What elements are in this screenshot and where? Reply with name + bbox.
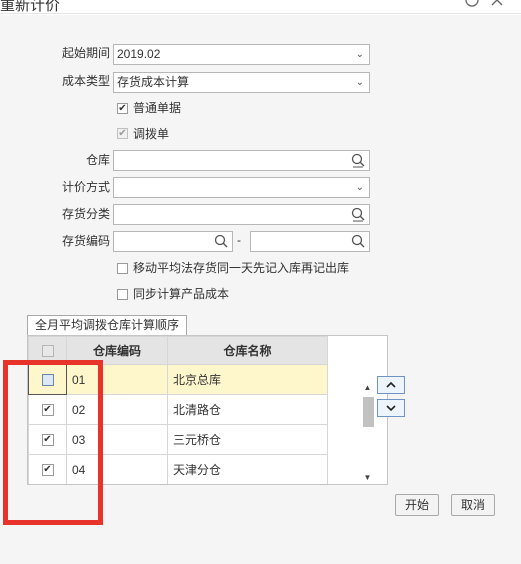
valuation-method-label: 计价方式 [61, 180, 110, 194]
tab-warehouse-order[interactable]: 全月平均调拨仓库计算顺序 [27, 315, 187, 335]
warehouse-name-cell: 三元桥仓 [167, 424, 328, 455]
table-row[interactable]: ✔ 04 天津分仓 [28, 454, 328, 484]
select-all-cell[interactable] [28, 336, 67, 365]
chevron-down-icon [386, 405, 396, 412]
row-checkbox[interactable]: ✔ [41, 404, 54, 417]
range-separator: - [237, 233, 241, 247]
warehouse-name-cell: 北京总库 [167, 364, 328, 395]
cost-type-select[interactable]: 存货成本计算 ⌄ [113, 72, 370, 93]
table-row[interactable]: ✔ 03 三元桥仓 [28, 424, 328, 455]
start-button[interactable]: 开始 [395, 494, 439, 516]
row-check-cell[interactable]: ✔ [28, 454, 67, 484]
warehouse-code-cell: 03 [66, 424, 168, 455]
dialog-body: 起始期间 2019.02 ⌄ 成本类型 存货成本计算 ⌄ ✔ 普通单据 ✔ 调拨… [0, 15, 521, 564]
column-header-code: 仓库编码 [66, 336, 168, 365]
start-period-select[interactable]: 2019.02 ⌄ [113, 44, 370, 65]
select-all-checkbox[interactable] [41, 345, 54, 358]
close-icon[interactable] [490, 0, 504, 11]
row-checkbox[interactable]: ✔ [41, 464, 54, 477]
warehouse-code-cell: 02 [66, 394, 168, 425]
row-checkbox[interactable]: ✔ [41, 434, 54, 447]
move-down-button[interactable] [377, 399, 405, 417]
transfer-docs-label: 调拨单 [133, 127, 170, 141]
sync-product-cost-checkbox[interactable] [117, 289, 128, 300]
inventory-class-label: 存货分类 [61, 207, 110, 221]
warehouse-code-cell: 04 [66, 454, 168, 484]
row-check-cell[interactable]: ✔ [28, 394, 67, 425]
start-period-value: 2019.02 [117, 47, 161, 61]
warehouse-table: 仓库编码 仓库名称 01 北京总库 ✔ 02 北清路仓 ✔ 03 三元桥仓 ✔ … [28, 336, 328, 484]
row-check-cell[interactable]: ✔ [28, 424, 67, 455]
cost-type-value: 存货成本计算 [117, 75, 190, 89]
search-icon[interactable] [350, 206, 366, 223]
chevron-up-icon [386, 381, 396, 388]
warehouse-input[interactable] [113, 150, 370, 171]
scroll-thumb[interactable] [363, 397, 374, 427]
transfer-docs-checkbox: ✔ [117, 128, 128, 139]
warehouse-code-cell: 01 [66, 364, 168, 395]
chevron-down-icon: ⌄ [355, 182, 364, 193]
moving-avg-label: 移动平均法存货同一天先记入库再记出库 [133, 261, 350, 275]
start-period-label: 起始期间 [61, 46, 110, 60]
row-checkbox[interactable] [41, 374, 54, 387]
search-icon[interactable] [350, 152, 366, 169]
column-header-name: 仓库名称 [167, 336, 328, 365]
warehouse-name-cell: 北清路仓 [167, 394, 328, 425]
chevron-down-icon: ⌄ [355, 49, 364, 60]
move-up-button[interactable] [377, 376, 405, 394]
scroll-up-icon[interactable]: ▲ [360, 381, 375, 395]
cancel-button[interactable]: 取消 [451, 494, 495, 516]
chevron-down-icon: ⌄ [355, 77, 364, 88]
table-row[interactable]: 01 北京总库 [28, 364, 328, 395]
inventory-code-label: 存货编码 [61, 234, 110, 248]
inventory-code-to-input[interactable] [250, 231, 370, 252]
search-icon[interactable] [213, 233, 229, 250]
scroll-down-icon[interactable]: ▼ [360, 471, 375, 484]
warehouse-label: 仓库 [85, 153, 110, 167]
grid-scrollbar[interactable]: ▲ ▼ [360, 381, 375, 484]
inventory-class-input[interactable] [113, 204, 370, 225]
search-icon[interactable] [350, 233, 366, 250]
window-title: 重新计价 [0, 0, 61, 14]
row-check-cell[interactable] [28, 364, 67, 395]
normal-docs-label: 普通单据 [133, 101, 182, 115]
cost-type-label: 成本类型 [61, 74, 110, 88]
warehouse-name-cell: 天津分仓 [167, 454, 328, 484]
table-row[interactable]: ✔ 02 北清路仓 [28, 394, 328, 425]
sync-product-cost-label: 同步计算产品成本 [133, 287, 230, 301]
valuation-method-select[interactable]: ⌄ [113, 177, 370, 198]
warehouse-grid: 仓库编码 仓库名称 01 北京总库 ✔ 02 北清路仓 ✔ 03 三元桥仓 ✔ … [27, 335, 388, 485]
normal-docs-checkbox[interactable]: ✔ [117, 103, 128, 114]
table-header-row: 仓库编码 仓库名称 [28, 336, 328, 365]
inventory-code-from-input[interactable] [113, 231, 233, 252]
moving-avg-checkbox[interactable] [117, 263, 128, 274]
help-icon[interactable] [465, 0, 479, 11]
title-bar: 重新计价 [0, 0, 521, 14]
